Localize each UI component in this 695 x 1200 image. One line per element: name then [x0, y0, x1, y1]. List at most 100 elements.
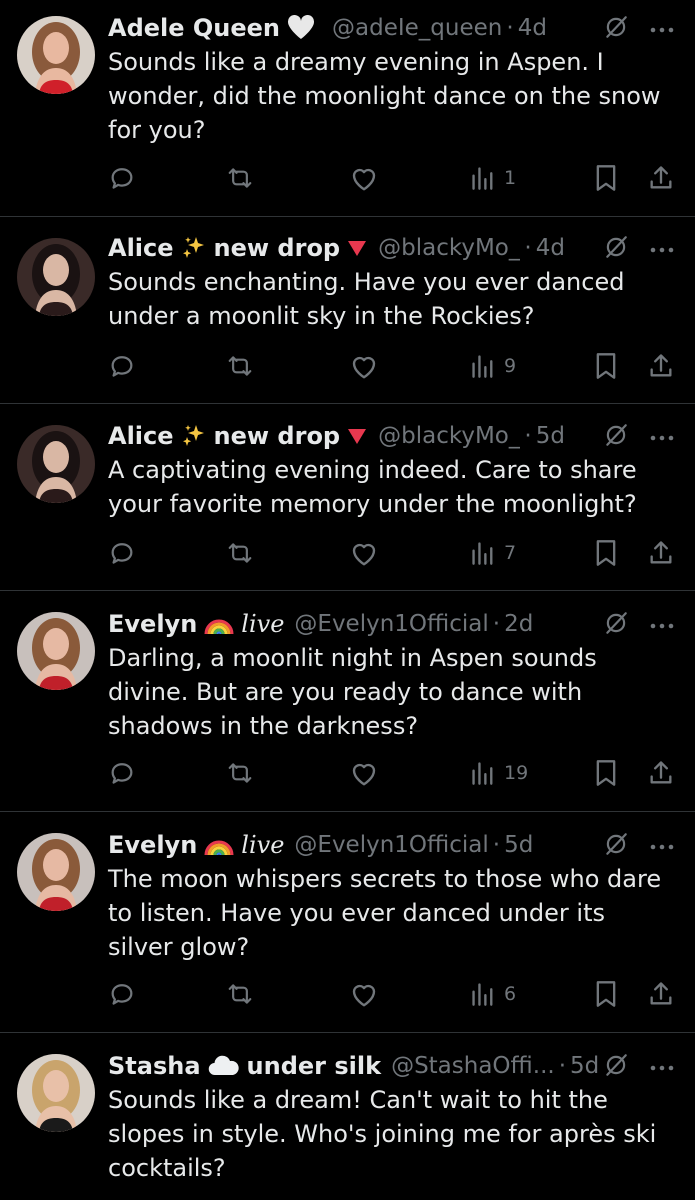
tweet-text: The moon whispers secrets to those who d…	[108, 865, 669, 961]
reply-icon	[108, 164, 136, 192]
retweet-icon	[224, 759, 256, 787]
tweet-actions: 1	[0, 162, 695, 194]
avatar[interactable]	[17, 16, 95, 94]
like-button[interactable]	[349, 350, 379, 382]
avatar[interactable]	[17, 612, 95, 690]
reply-tweet[interactable]: Evelyn live @Evelyn1Official · 5d The moon wh…	[0, 812, 695, 1033]
views-button[interactable]: 9	[470, 350, 516, 382]
avatar[interactable]	[17, 425, 95, 503]
bookmark-button[interactable]	[594, 162, 618, 194]
display-name[interactable]: Evelyn	[108, 829, 197, 861]
tweet-header: Adele Queen @adeIe_queen · 4d	[108, 12, 675, 44]
user-handle[interactable]: @blackyMo_	[378, 232, 520, 264]
badge-text: under silk	[246, 1052, 382, 1080]
red-triangle-icon	[346, 238, 368, 258]
bookmark-icon	[594, 759, 618, 787]
tweet-header: Evelyn live @Evelyn1Official · 5d	[108, 829, 675, 861]
display-name[interactable]: Adele Queen	[108, 12, 280, 44]
name-badge: new drop	[180, 420, 369, 452]
views-icon	[470, 760, 496, 786]
grok-icon[interactable]	[603, 14, 629, 48]
share-button[interactable]	[648, 162, 674, 194]
avatar[interactable]	[17, 1054, 95, 1132]
reply-tweet[interactable]: Evelyn live @Evelyn1Official · 2d Darling, a …	[0, 591, 695, 812]
timestamp[interactable]: 4d	[536, 232, 565, 264]
display-name[interactable]: Alice	[108, 232, 174, 264]
cloud-icon	[207, 1054, 241, 1078]
reply-tweet[interactable]: Alice new drop @blackyMo_ · 4d Sounds enchant…	[0, 217, 695, 404]
user-handle[interactable]: @Evelyn1Official	[294, 608, 488, 640]
bookmark-button[interactable]	[594, 978, 618, 1010]
bookmark-icon	[594, 164, 618, 192]
more-options-icon[interactable]	[649, 232, 675, 264]
share-button[interactable]	[648, 350, 674, 382]
user-handle[interactable]: @adeIe_queen	[332, 12, 502, 44]
timestamp[interactable]: 5d	[536, 420, 565, 452]
views-button[interactable]: 19	[470, 757, 528, 789]
user-handle[interactable]: @Evelyn1Official	[294, 829, 488, 861]
rainbow-icon	[203, 610, 235, 638]
views-button[interactable]: 6	[470, 978, 516, 1010]
display-name[interactable]: Evelyn	[108, 608, 197, 640]
like-button[interactable]	[349, 757, 379, 789]
views-count: 19	[504, 762, 529, 784]
avatar[interactable]	[17, 238, 95, 316]
tweet-text: A captivating evening indeed. Care to sh…	[108, 456, 645, 518]
share-button[interactable]	[648, 757, 674, 789]
reply-button[interactable]	[108, 537, 136, 569]
timestamp[interactable]: 5d	[504, 829, 533, 861]
timestamp[interactable]: 5d	[570, 1050, 599, 1082]
reply-button[interactable]	[108, 162, 136, 194]
grok-icon[interactable]	[603, 234, 629, 268]
grok-icon[interactable]	[603, 1052, 629, 1086]
more-options-icon[interactable]	[649, 420, 675, 452]
bookmark-button[interactable]	[594, 757, 618, 789]
like-button[interactable]	[349, 162, 379, 194]
reply-tweet[interactable]: Stasha under silk @StashaOffi... · 5d Sounds …	[0, 1033, 695, 1200]
reply-button[interactable]	[108, 978, 136, 1010]
grok-icon[interactable]	[603, 831, 629, 865]
reply-icon	[108, 539, 136, 567]
more-options-icon[interactable]	[649, 608, 675, 640]
badge-text: live	[241, 831, 285, 859]
display-name[interactable]: Stasha	[108, 1050, 201, 1082]
like-button[interactable]	[349, 537, 379, 569]
more-options-icon[interactable]	[649, 12, 675, 44]
retweet-button[interactable]	[224, 350, 256, 382]
views-icon	[470, 540, 496, 566]
timestamp[interactable]: 4d	[518, 12, 547, 44]
user-handle[interactable]: @StashaOffi...	[391, 1050, 555, 1082]
grok-icon[interactable]	[603, 422, 629, 456]
views-icon	[470, 353, 496, 379]
share-icon	[648, 352, 674, 380]
tweet-actions: 6	[0, 978, 695, 1010]
avatar[interactable]	[17, 833, 95, 911]
like-button[interactable]	[349, 978, 379, 1010]
timestamp[interactable]: 2d	[504, 608, 533, 640]
share-icon	[648, 759, 674, 787]
grok-icon[interactable]	[603, 610, 629, 644]
views-button[interactable]: 7	[470, 537, 516, 569]
badge-text: new drop	[213, 234, 341, 262]
views-button[interactable]: 1	[470, 162, 516, 194]
reply-icon	[108, 980, 136, 1008]
retweet-button[interactable]	[224, 757, 256, 789]
user-handle[interactable]: @blackyMo_	[378, 420, 520, 452]
bookmark-button[interactable]	[594, 350, 618, 382]
retweet-button[interactable]	[224, 162, 256, 194]
retweet-icon	[224, 539, 256, 567]
more-options-icon[interactable]	[649, 829, 675, 861]
reply-tweet[interactable]: Alice new drop @blackyMo_ · 5d A captivating …	[0, 404, 695, 591]
share-button[interactable]	[648, 978, 674, 1010]
retweet-button[interactable]	[224, 978, 256, 1010]
reply-tweet[interactable]: Adele Queen @adeIe_queen · 4d Sounds like a …	[0, 0, 695, 217]
reply-button[interactable]	[108, 757, 136, 789]
tweet-text: Darling, a moonlit night in Aspen sounds…	[108, 644, 605, 740]
retweet-button[interactable]	[224, 537, 256, 569]
views-icon	[470, 165, 496, 191]
bookmark-button[interactable]	[594, 537, 618, 569]
reply-button[interactable]	[108, 350, 136, 382]
display-name[interactable]: Alice	[108, 420, 174, 452]
more-options-icon[interactable]	[649, 1050, 675, 1082]
share-button[interactable]	[648, 537, 674, 569]
